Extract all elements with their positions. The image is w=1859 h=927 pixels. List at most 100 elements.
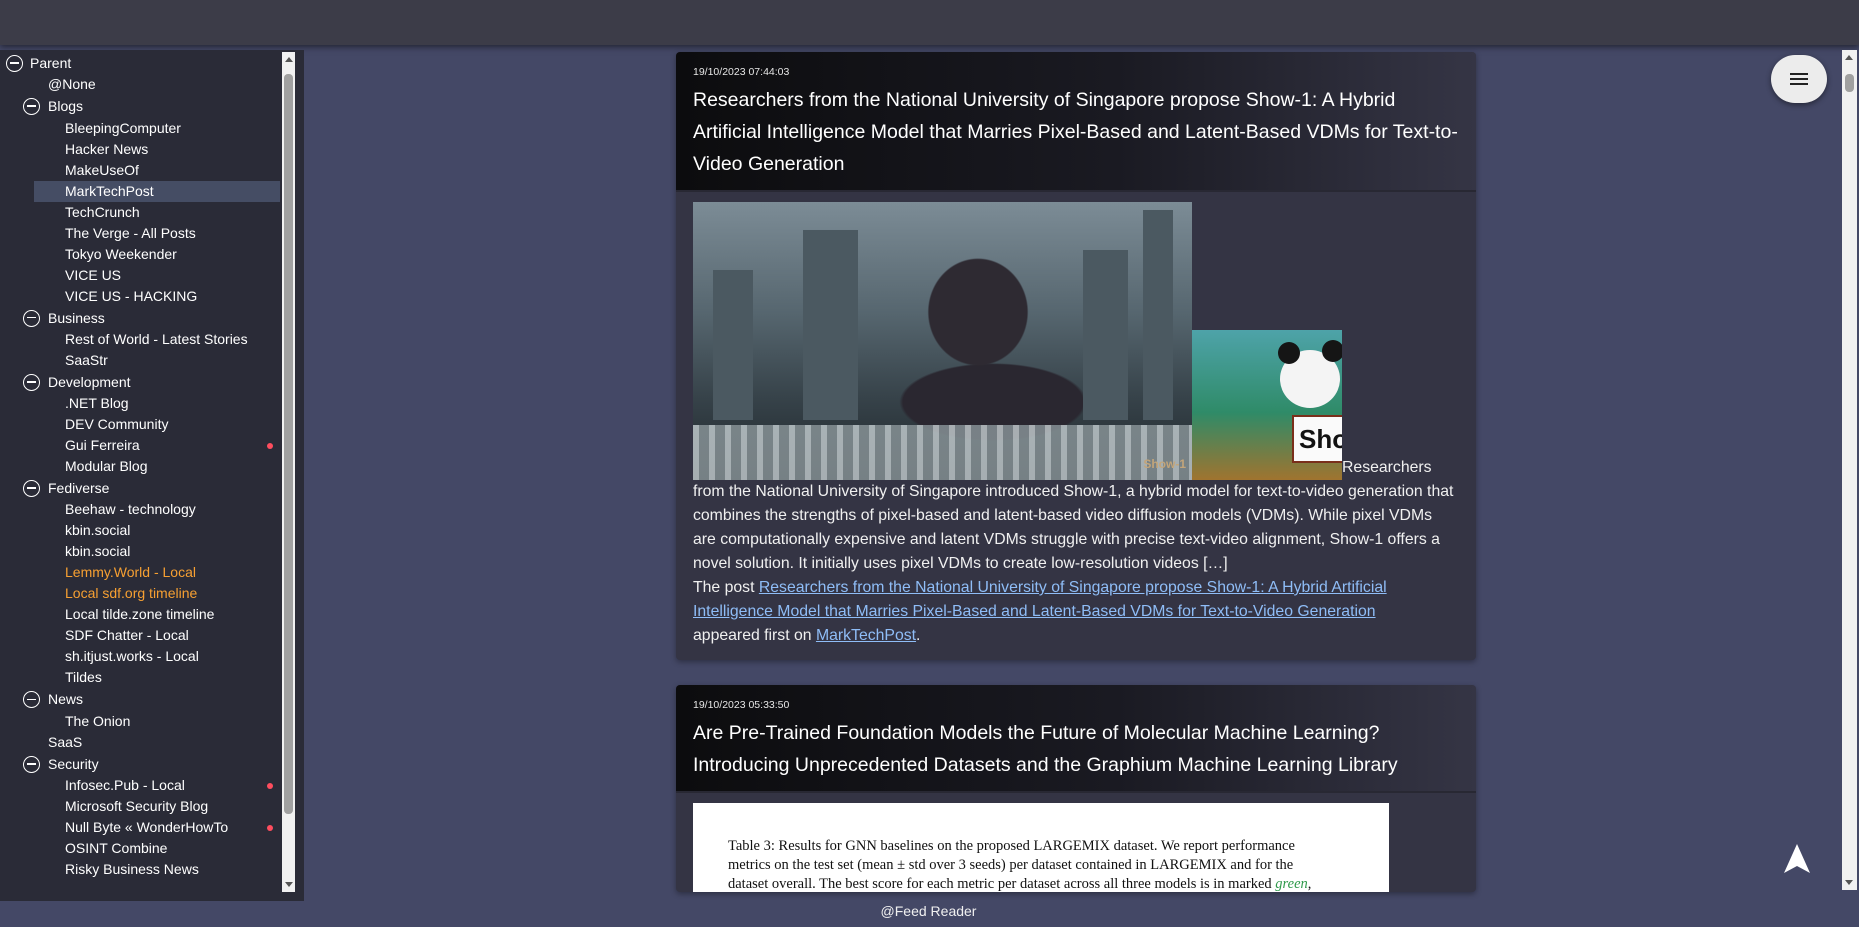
tree-label: @None bbox=[48, 76, 96, 93]
article-lead-word: Researchers bbox=[1342, 459, 1432, 476]
tree-label: SaaStr bbox=[65, 351, 108, 368]
tree-item[interactable]: Null Byte « WonderHowTo bbox=[0, 817, 280, 838]
hamburger-icon bbox=[1790, 73, 1808, 85]
source-link[interactable]: MarkTechPost bbox=[816, 627, 916, 644]
tree-label: Business bbox=[48, 309, 105, 326]
article-images-line: Show-1 Sho Researchers bbox=[693, 202, 1459, 480]
collapse-icon[interactable] bbox=[23, 373, 40, 391]
unread-dot bbox=[267, 783, 273, 790]
tree-item[interactable]: DEV Community bbox=[0, 414, 280, 435]
article-title[interactable]: Researchers from the National University… bbox=[693, 84, 1460, 180]
post-link[interactable]: Researchers from the National University… bbox=[693, 579, 1387, 620]
top-bar bbox=[0, 0, 1859, 45]
tree-group[interactable]: Fediverse bbox=[0, 477, 280, 499]
scroll-down-arrow-icon[interactable] bbox=[1845, 880, 1853, 885]
navigation-arrow-icon[interactable] bbox=[1783, 843, 1811, 875]
tree-label: MakeUseOf bbox=[65, 161, 139, 178]
tree-group[interactable]: Security bbox=[0, 753, 280, 775]
tree-label: News bbox=[48, 691, 84, 708]
tree-label: Null Byte « WonderHowTo bbox=[65, 819, 229, 836]
tree-item[interactable]: Rest of World - Latest Stories bbox=[0, 329, 280, 350]
article-image-table: Table 3: Results for GNN baselines on th… bbox=[693, 803, 1389, 892]
tree-item[interactable]: The Verge - All Posts bbox=[0, 223, 280, 244]
scroll-up-arrow-icon[interactable] bbox=[1845, 55, 1853, 60]
collapse-icon[interactable] bbox=[23, 691, 40, 709]
tree-group[interactable]: Parent bbox=[0, 52, 280, 74]
tree-group[interactable]: Blogs bbox=[0, 95, 280, 117]
scroll-thumb[interactable] bbox=[284, 74, 293, 814]
tree-label: Local sdf.org timeline bbox=[65, 585, 198, 602]
sidebar: Parent @None Blogs BleepingComputer Hacker N… bbox=[0, 50, 304, 901]
tree-item[interactable]: .NET Blog bbox=[0, 393, 280, 414]
tree-item[interactable]: MarkTechPost bbox=[34, 180, 280, 202]
article-date: 19/10/2023 05:33:50 bbox=[693, 699, 790, 711]
tree-label: Risky Business News bbox=[65, 861, 199, 878]
footer-label: @Feed Reader bbox=[880, 903, 977, 919]
tree-item[interactable]: SaaStr bbox=[0, 350, 280, 371]
tree-item[interactable]: VICE US bbox=[0, 265, 280, 286]
tree-item[interactable]: Local tilde.zone timeline bbox=[0, 604, 280, 625]
tree-item[interactable]: Hacker News bbox=[0, 139, 280, 160]
tree-label: DEV Community bbox=[65, 416, 169, 433]
tree-label: sh.itjust.works - Local bbox=[65, 648, 199, 665]
tree-item[interactable]: OSINT Combine bbox=[0, 838, 280, 859]
tree-label: BleepingComputer bbox=[65, 119, 181, 136]
article-card: 19/10/2023 07:44:03 Researchers from the… bbox=[676, 52, 1476, 660]
article-image-octopus: Show-1 bbox=[693, 202, 1192, 480]
main-scrollbar[interactable] bbox=[1842, 50, 1857, 890]
tree-group[interactable]: News bbox=[0, 688, 280, 710]
tree-label: Infosec.Pub - Local bbox=[65, 777, 185, 794]
tree-label: Development bbox=[48, 373, 131, 390]
tree-item[interactable]: Lemmy.World - Local bbox=[0, 562, 280, 583]
tree-label: Fediverse bbox=[48, 480, 110, 497]
collapse-icon[interactable] bbox=[6, 55, 23, 72]
tree-label: TechCrunch bbox=[65, 203, 140, 220]
tree-item[interactable]: The Onion bbox=[0, 711, 280, 732]
scroll-down-arrow-icon[interactable] bbox=[285, 882, 293, 887]
tree-label: Gui Ferreira bbox=[65, 437, 140, 454]
collapse-icon[interactable] bbox=[23, 98, 40, 116]
tree-item[interactable]: MakeUseOf bbox=[0, 160, 280, 181]
tree-item[interactable]: sh.itjust.works - Local bbox=[0, 646, 280, 667]
tree-item[interactable]: Modular Blog bbox=[0, 456, 280, 477]
tree-label: .NET Blog bbox=[65, 395, 129, 412]
article-body: Show-1 Sho Researchers from the National U… bbox=[676, 192, 1476, 660]
tree-item[interactable]: Tokyo Weekender bbox=[0, 244, 280, 265]
tree-label: kbin.social bbox=[65, 522, 131, 539]
feed-tree: Parent @None Blogs BleepingComputer Hacker N… bbox=[0, 52, 280, 892]
scroll-up-arrow-icon[interactable] bbox=[285, 57, 293, 62]
tree-item[interactable]: Local sdf.org timeline bbox=[0, 583, 280, 604]
menu-button[interactable] bbox=[1771, 55, 1827, 103]
table-caption-line: dataset overall. The best score for each… bbox=[728, 875, 1363, 892]
collapse-icon[interactable] bbox=[23, 309, 40, 327]
scroll-thumb[interactable] bbox=[1845, 74, 1854, 92]
article-post-line: The post Researchers from the National U… bbox=[693, 576, 1459, 648]
tree-item[interactable]: VICE US - HACKING bbox=[0, 286, 280, 307]
tree-item[interactable]: BleepingComputer bbox=[0, 118, 280, 139]
tree-item[interactable]: Microsoft Security Blog bbox=[0, 796, 280, 817]
tree-item[interactable]: SDF Chatter - Local bbox=[0, 625, 280, 646]
collapse-icon[interactable] bbox=[23, 755, 40, 773]
appeared-text: appeared first on bbox=[693, 627, 812, 644]
tree-item[interactable]: @None bbox=[0, 74, 280, 95]
tree-label: Hacker News bbox=[65, 140, 149, 157]
tree-item[interactable]: SaaS bbox=[0, 732, 280, 753]
article-image-panda: Sho bbox=[1192, 330, 1342, 480]
tree-group[interactable]: Business bbox=[0, 307, 280, 329]
tree-item[interactable]: kbin.social bbox=[0, 541, 280, 562]
tree-item[interactable]: TechCrunch bbox=[0, 202, 280, 223]
tree-item[interactable]: Tildes bbox=[0, 667, 280, 688]
tree-label: VICE US - HACKING bbox=[65, 287, 198, 304]
tree-item[interactable]: Gui Ferreira bbox=[0, 435, 280, 456]
tree-item[interactable]: Risky Business News bbox=[0, 859, 280, 880]
tree-label: Lemmy.World - Local bbox=[65, 564, 196, 581]
article-date: 19/10/2023 07:44:03 bbox=[693, 66, 790, 78]
collapse-icon[interactable] bbox=[23, 480, 40, 498]
article-title[interactable]: Are Pre-Trained Foundation Models the Fu… bbox=[693, 717, 1460, 781]
tree-item[interactable]: kbin.social bbox=[0, 520, 280, 541]
tree-group[interactable]: Development bbox=[0, 371, 280, 393]
sidebar-scrollbar[interactable] bbox=[282, 52, 295, 892]
tree-item[interactable]: Beehaw - technology bbox=[0, 499, 280, 520]
tree-label: Security bbox=[48, 755, 99, 772]
tree-item[interactable]: Infosec.Pub - Local bbox=[0, 775, 280, 796]
